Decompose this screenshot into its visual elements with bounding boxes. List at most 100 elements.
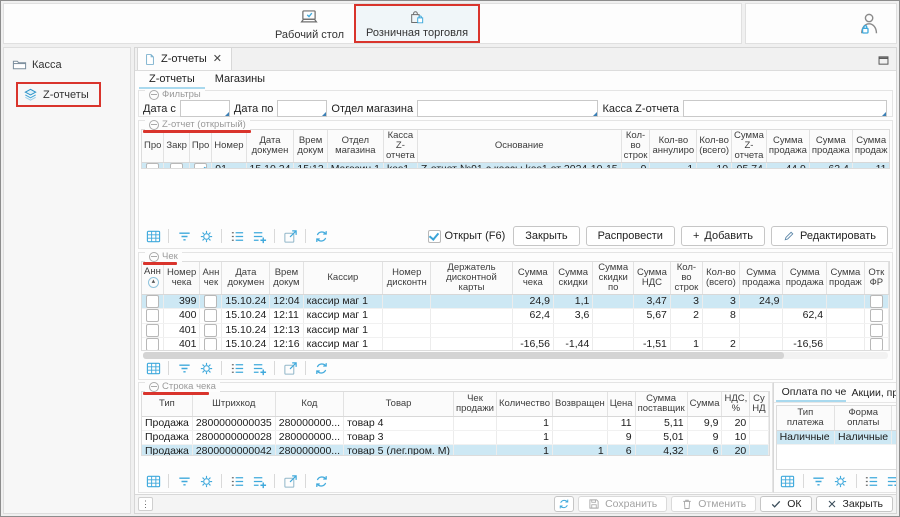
sidebar-item-z-reports[interactable]: Z-отчеты	[16, 82, 101, 107]
column-header[interactable]: Штрихкод	[192, 392, 275, 417]
column-header[interactable]: Врем докум	[294, 130, 327, 163]
refresh-button[interactable]	[311, 359, 331, 377]
row-checkbox[interactable]	[146, 309, 159, 322]
column-header[interactable]: Чек продажи	[454, 392, 497, 417]
column-header[interactable]: Про	[142, 130, 164, 163]
maximize-button[interactable]	[871, 51, 896, 70]
column-header[interactable]: Сумма продажа	[783, 262, 827, 295]
sidebar-folder-kassa[interactable]: Касса	[4, 48, 130, 74]
store-input[interactable]	[417, 100, 598, 117]
menu-stores[interactable]: Магазины	[205, 71, 275, 89]
column-header[interactable]: Кол-во строк	[670, 262, 702, 295]
gear-button[interactable]	[831, 472, 851, 490]
row-checkbox[interactable]	[870, 309, 883, 322]
row-checkbox[interactable]	[194, 163, 207, 169]
menu-z-reports[interactable]: Z-отчеты	[139, 71, 205, 89]
column-header[interactable]: Держатель дисконтной карты	[431, 262, 512, 295]
column-header[interactable]: Отк ФР	[864, 262, 888, 295]
column-header[interactable]: Форма оплаты	[835, 406, 892, 431]
table-row[interactable]: 40115.10.2412:16кассир маг 1-16,56-1,44-…	[142, 337, 889, 351]
column-header[interactable]: Кол-во аннулиро	[650, 130, 697, 163]
column-header[interactable]: Сумма продажа	[739, 262, 783, 295]
column-header[interactable]: Номер дисконтн	[383, 262, 431, 295]
grid-button[interactable]	[778, 472, 798, 490]
refresh-button[interactable]	[311, 472, 331, 490]
open-window-button[interactable]	[280, 359, 300, 377]
column-header[interactable]: Анн▴	[142, 262, 163, 295]
column-header[interactable]: Сумма скидки	[553, 262, 592, 295]
column-header[interactable]: Сумма	[687, 392, 722, 417]
column-header[interactable]: Тип платежа	[777, 406, 835, 431]
column-header[interactable]: Сумма НДС	[634, 262, 671, 295]
collapse-icon[interactable]	[149, 90, 159, 100]
grid-button[interactable]	[143, 359, 163, 377]
table-row[interactable]: 40015.10.2412:11кассир маг 162,43,65,672…	[142, 309, 889, 323]
nav-retail[interactable]: Розничная торговля	[354, 4, 480, 43]
column-header[interactable]: Количество	[496, 392, 552, 417]
row-checkbox[interactable]	[204, 295, 217, 308]
numbered-list-button[interactable]	[227, 359, 247, 377]
save-button[interactable]: Сохранить	[578, 496, 667, 512]
table-row[interactable]: Продажа2800000000035280000000...товар 41…	[142, 417, 768, 431]
more-button[interactable]: ⋮	[138, 497, 153, 511]
row-checkbox[interactable]	[870, 338, 883, 351]
column-header[interactable]: Кол-во (всего)	[697, 130, 732, 163]
tab-promotions[interactable]: Акции, применённые для стр...	[846, 385, 898, 401]
open-window-button[interactable]	[280, 472, 300, 490]
column-header[interactable]: Основание	[417, 130, 621, 163]
column-header[interactable]: Отдел магазина	[327, 130, 383, 163]
column-header[interactable]: Су НД	[750, 392, 768, 417]
column-header[interactable]: Сумма поставщик	[635, 392, 687, 417]
column-header[interactable]: Про	[189, 130, 211, 163]
add-list-button[interactable]	[249, 227, 269, 245]
column-header[interactable]: Сумма продаж	[852, 130, 890, 163]
column-header[interactable]: Врем докум	[270, 262, 303, 295]
column-header[interactable]: Цена	[607, 392, 635, 417]
close-button[interactable]: Закрыть	[816, 496, 893, 512]
gear-button[interactable]	[196, 227, 216, 245]
gear-button[interactable]	[196, 472, 216, 490]
refresh-button[interactable]	[554, 496, 574, 512]
tab-z-reports[interactable]: Z-отчеты ✕	[137, 47, 232, 70]
column-header[interactable]: Сумма продажа	[766, 130, 809, 163]
row-checkbox[interactable]	[146, 295, 159, 308]
column-header[interactable]: Сумма продаж	[827, 262, 865, 295]
ok-button[interactable]: ОК	[760, 496, 811, 512]
column-header[interactable]: Сумма скидки по	[593, 262, 634, 295]
row-checkbox[interactable]	[204, 324, 217, 337]
column-header[interactable]: Дата докумен	[222, 262, 270, 295]
column-header[interactable]: Кол-во строк	[621, 130, 650, 163]
open-filter-checkbox-label[interactable]: Открыт (F6)	[428, 230, 506, 243]
column-header[interactable]: Товар	[344, 392, 454, 417]
column-header[interactable]: Возвращен	[553, 392, 608, 417]
column-header[interactable]: Номер чека	[163, 262, 200, 295]
numbered-list-button[interactable]	[862, 472, 882, 490]
tab-close-icon[interactable]: ✕	[212, 54, 223, 64]
row-checkbox[interactable]	[170, 163, 183, 169]
column-header[interactable]: Сумма Z-отчета	[732, 130, 767, 163]
open-window-button[interactable]	[280, 227, 300, 245]
row-checkbox[interactable]	[204, 338, 217, 351]
column-header[interactable]: Сумма продажа	[809, 130, 852, 163]
cancel-button[interactable]: Отменить	[671, 496, 756, 512]
row-checkbox[interactable]	[146, 163, 159, 169]
table-row[interactable]: 39915.10.2412:04кассир маг 124,91,13,473…	[142, 295, 889, 309]
collapse-icon[interactable]	[149, 252, 159, 262]
table-row[interactable]: Продажа2800000000042280000000...товар 5 …	[142, 445, 768, 457]
column-header[interactable]: Закр	[164, 130, 189, 163]
edit-button[interactable]: Редактировать	[771, 226, 888, 246]
repost-button[interactable]: Распровести	[586, 226, 675, 246]
column-header[interactable]: Кол-во (всего)	[702, 262, 739, 295]
tab-payment[interactable]: Оплата по чеку	[776, 384, 846, 402]
numbered-list-button[interactable]	[227, 472, 247, 490]
column-header[interactable]: Кассир	[303, 262, 383, 295]
filter-button[interactable]	[174, 472, 194, 490]
filter-button[interactable]	[174, 359, 194, 377]
row-checkbox[interactable]	[204, 309, 217, 322]
column-header[interactable]: Сумма чека	[512, 262, 553, 295]
column-header[interactable]: Анн чек	[200, 262, 222, 295]
collapse-icon[interactable]	[149, 382, 159, 392]
filter-button[interactable]	[174, 227, 194, 245]
add-button[interactable]: +Добавить	[681, 226, 765, 246]
nav-desktop[interactable]: Рабочий стол	[265, 4, 354, 43]
